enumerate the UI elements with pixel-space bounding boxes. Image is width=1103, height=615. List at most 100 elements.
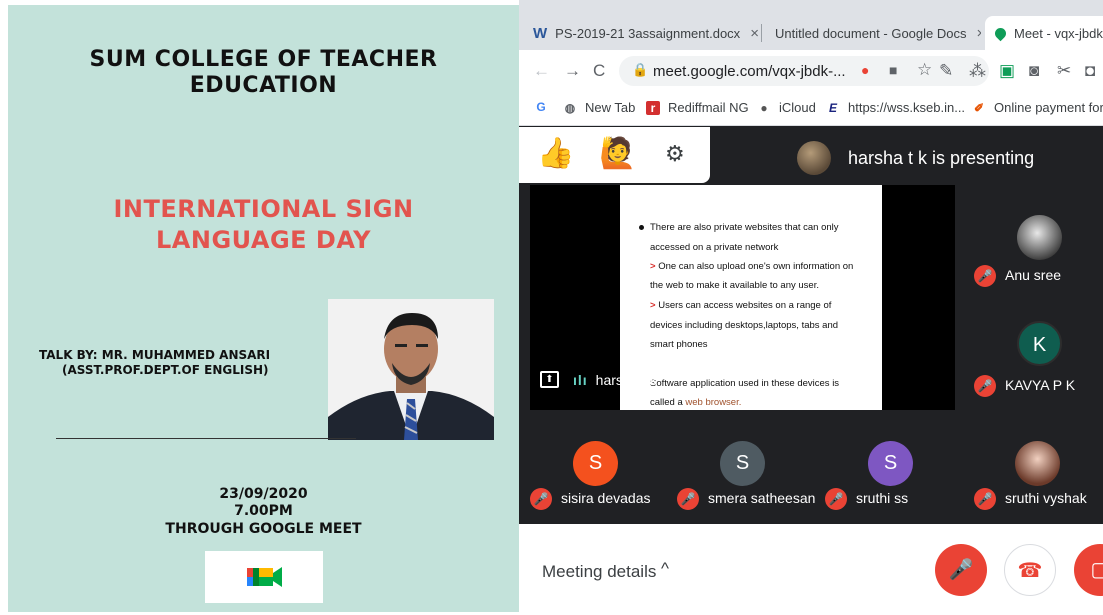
tab-strip: W PS-2019-21 3assaignment.docx × Untitle… [519,0,1103,50]
extension-icon[interactable]: ⁂ [969,61,986,81]
speaker-photo [328,299,494,440]
screen-share-extension-icon[interactable]: ▣ [999,61,1015,81]
payment-icon: ✐ [973,100,985,115]
settings-gear-icon[interactable]: ⚙ [665,135,685,173]
participant-name: smera satheesan [708,490,816,506]
camera-off-icon: ▢ [1090,559,1103,581]
participant-name: KAVYA P K [1005,377,1076,393]
hang-up-icon: ☎ [1017,560,1043,582]
participant-tile-kavya[interactable]: K 🎤 KAVYA P K [969,295,1103,410]
event-time: 7.00PM [234,503,293,519]
extension-icon-2[interactable]: ◘ [1085,61,1095,81]
shared-screen-tile[interactable]: There are also private websites that can… [530,185,955,410]
poster-divider [56,438,356,439]
google-meet-logo [205,551,323,603]
avatar: K [1017,321,1062,366]
slide-line: There are also private websites that can… [650,222,839,233]
slide-line: Software application used in these devic… [650,378,840,389]
speaker-designation: (ASST.PROF.DEPT.OF ENGLISH) [62,363,269,377]
browser-toolbar: ← → C 🔒 meet.google.com/vqx-jbdk-... ● ■… [519,50,1103,92]
rediff-icon: r [646,100,660,115]
leave-call-button[interactable]: ☎ [1004,544,1056,596]
college-name-line2: EDUCATION [189,73,338,98]
address-bar[interactable]: 🔒 meet.google.com/vqx-jbdk-... ● ■ ☆ [619,56,989,86]
meeting-controls-bar: Meeting details ^ 🎤 ☎ ▢ [519,524,1103,615]
slide-line: > Users can access websites on a range o… [650,300,832,311]
presenting-banner: harsha t k is presenting [797,141,1034,175]
participant-tile-sruthi-ss[interactable]: S 🎤 sruthi ss [825,427,965,517]
reaction-bar: 👍 🙋 ⚙ [519,127,710,183]
camera-toggle-button[interactable]: ▢ [1074,544,1103,596]
tab-google-meet[interactable]: Meet - vqx-jbdk-g [985,16,1103,50]
thumbs-up-icon[interactable]: 👍 [537,135,574,173]
participant-tile-sruthi-vyshak[interactable]: 🎤 sruthi vyshak [974,427,1103,517]
avatar [1015,441,1060,486]
browser-window: W PS-2019-21 3assaignment.docx × Untitle… [519,0,1103,615]
event-platform: THROUGH GOOGLE MEET [165,521,362,537]
video-icon[interactable]: ■ [889,62,897,78]
bookmark-icloud[interactable]: ● iCloud [757,100,815,115]
bookmark-online-payment[interactable]: ✐ Online payment for... [972,100,1103,115]
presenting-text: harsha t k is presenting [848,147,1035,168]
slide-line: called a web browser. [650,397,742,408]
tab-google-docs[interactable]: Untitled document - Google Docs × [767,16,981,50]
apple-icon: ● [760,100,768,115]
url-text: meet.google.com/vqx-jbdk-... [653,63,846,80]
event-date: 23/09/2020 [219,486,308,502]
camera-blocked-icon[interactable]: ● [861,62,869,78]
bookmark-rediffmail[interactable]: r Rediffmail NG [646,100,749,115]
slide-line: smart phones [650,339,708,350]
raise-hand-icon[interactable]: 🙋 [599,135,636,173]
scissors-icon[interactable]: ✂ [1057,61,1071,81]
participant-name: sruthi ss [856,490,909,506]
participant-name: sruthi vyshak [1005,490,1087,506]
presentation-slide: There are also private websites that can… [620,185,882,410]
close-icon[interactable]: × [976,25,981,42]
participant-name: Anu sree [1005,267,1062,283]
screen-tile-name: harsha t k [595,371,658,388]
tab-word-doc[interactable]: W PS-2019-21 3assaignment.docx × [533,16,763,50]
bookmark-star-icon[interactable]: ☆ [917,60,932,80]
mic-toggle-button[interactable]: 🎤 [935,544,987,596]
avatar: S [573,441,618,486]
presenter-avatar [797,141,831,175]
bookmark-kseb[interactable]: E https://wss.kseb.in... [826,100,965,115]
mic-off-icon: 🎤 [974,488,996,510]
avatar: S [868,441,913,486]
bookmark-new-tab[interactable]: ◍ New Tab [563,100,636,115]
event-poster: SUM COLLEGE OF TEACHER EDUCATION INTERNA… [8,5,519,612]
mic-off-icon: 🎤 [530,488,552,510]
close-icon[interactable]: × [750,25,759,42]
google-bookmark[interactable]: G [534,100,556,114]
bookmark-label: New Tab [585,100,636,115]
meet-tab-icon [992,25,1009,41]
speaker-line: TALK BY: MR. MUHAMMED ANSARI [39,348,271,362]
reload-icon[interactable]: C [593,61,605,81]
back-arrow-icon[interactable]: ← [533,61,550,81]
forward-arrow-icon[interactable]: → [564,61,581,81]
mic-off-icon: 🎤 [825,488,847,510]
chevron-up-icon[interactable]: ^ [661,559,669,579]
pen-extension-icon[interactable]: ✎ [939,61,953,81]
screenshot-extension-icon[interactable]: ◙ [1029,61,1039,81]
participant-tile-smera[interactable]: S 🎤 smera satheesan [677,427,817,517]
mic-off-icon: 🎤 [677,488,699,510]
participant-tile-anu-sree[interactable]: 🎤 Anu sree [969,185,1103,295]
meet-stage: 👍 🙋 ⚙ harsha t k is presenting There are… [519,127,1103,615]
slide-line: accessed on a private network [650,242,779,253]
lock-icon: 🔒 [632,62,649,77]
college-name-line1: SUM COLLEGE OF TEACHER [89,47,438,72]
mic-off-icon: 🎤 [948,559,974,581]
bookmark-label: Online payment for... [994,100,1103,115]
participant-tile-sisira[interactable]: S 🎤 sisira devadas [530,427,670,517]
tab-title: Meet - vqx-jbdk-g [1014,25,1103,41]
slide-line: > One can also upload one's own informat… [650,261,854,272]
google-icon: G [536,100,546,114]
tab-title: Untitled document - Google Docs [775,25,967,41]
bullet-dot [639,225,644,230]
pin-icon[interactable]: ⬆ [540,371,559,388]
participant-name: sisira devadas [561,490,651,506]
meeting-details-button[interactable]: Meeting details [542,562,656,582]
event-title-line1: INTERNATIONAL SIGN [113,195,414,223]
event-title-line2: LANGUAGE DAY [155,226,371,254]
